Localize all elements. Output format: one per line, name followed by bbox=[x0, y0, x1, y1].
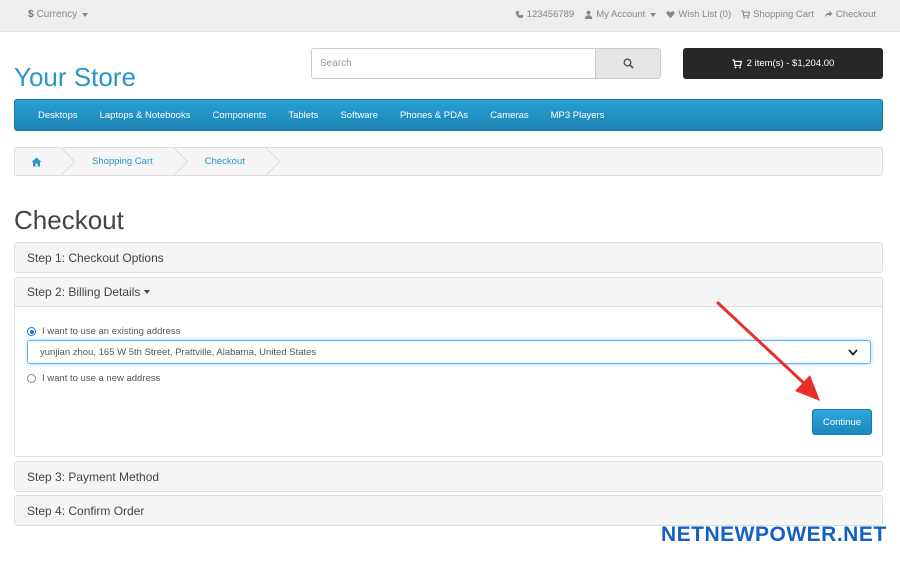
nav-item-mp3-players[interactable]: MP3 Players bbox=[540, 110, 616, 121]
step4-panel: Step 4: Confirm Order bbox=[14, 495, 883, 526]
cart-summary-label: 2 item(s) - $1,204.00 bbox=[746, 58, 835, 69]
shopping-cart-link[interactable]: Shopping Cart bbox=[741, 9, 814, 20]
step3-heading[interactable]: Step 3: Payment Method bbox=[15, 462, 882, 491]
caret-down-icon bbox=[82, 12, 89, 17]
top-bar: $ Currency 123456789 My Account Wish Lis… bbox=[0, 0, 900, 32]
phone-link[interactable]: 123456789 bbox=[515, 9, 575, 20]
nav-item-cameras[interactable]: Cameras bbox=[479, 110, 540, 121]
shopping-cart-label: Shopping Cart bbox=[753, 9, 814, 20]
nav-item-desktops[interactable]: Desktops bbox=[27, 110, 89, 121]
currency-dropdown[interactable]: $ Currency bbox=[28, 9, 89, 20]
new-address-label: I want to use a new address bbox=[42, 373, 161, 384]
breadcrumb-separator bbox=[171, 148, 185, 175]
annotation-arrow-icon bbox=[716, 301, 820, 401]
currency-label: Currency bbox=[36, 9, 78, 20]
currency-symbol: $ bbox=[28, 9, 34, 20]
search-input[interactable] bbox=[311, 48, 595, 79]
existing-address-radio[interactable] bbox=[27, 327, 36, 336]
share-icon bbox=[824, 10, 833, 18]
new-address-option[interactable]: I want to use a new address bbox=[27, 373, 160, 384]
cart-icon bbox=[741, 10, 751, 19]
step4-heading[interactable]: Step 4: Confirm Order bbox=[15, 496, 882, 525]
chevron-down-icon bbox=[848, 348, 858, 356]
my-account-label: My Account bbox=[596, 9, 646, 20]
existing-address-option[interactable]: I want to use an existing address bbox=[27, 326, 180, 337]
nav-item-tablets[interactable]: Tablets bbox=[277, 110, 329, 121]
caret-down-icon bbox=[144, 290, 151, 294]
caret-down-icon bbox=[650, 12, 657, 17]
nav-item-components[interactable]: Components bbox=[201, 110, 277, 121]
cart-summary-button[interactable]: 2 item(s) - $1,204.00 bbox=[683, 48, 883, 79]
nav-item-phones[interactable]: Phones & PDAs bbox=[389, 110, 479, 121]
phone-icon bbox=[515, 10, 523, 19]
my-account-link[interactable]: My Account bbox=[584, 9, 657, 20]
wish-list-link[interactable]: Wish List (0) bbox=[666, 9, 731, 20]
page-title: Checkout bbox=[14, 205, 124, 235]
existing-address-label: I want to use an existing address bbox=[42, 326, 181, 337]
step3-panel: Step 3: Payment Method bbox=[14, 461, 883, 492]
checkout-label: Checkout bbox=[835, 9, 876, 20]
nav-item-laptops[interactable]: Laptops & Notebooks bbox=[89, 110, 202, 121]
step1-panel: Step 1: Checkout Options bbox=[14, 242, 883, 273]
step2-heading-label: Step 2: Billing Details bbox=[27, 285, 141, 299]
user-icon bbox=[585, 10, 593, 19]
search-button[interactable] bbox=[595, 48, 661, 79]
search-bar bbox=[311, 48, 661, 79]
step1-heading[interactable]: Step 1: Checkout Options bbox=[15, 243, 882, 272]
top-links: 123456789 My Account Wish List (0) Shopp… bbox=[515, 9, 876, 20]
cart-icon bbox=[732, 58, 742, 68]
breadcrumb: Shopping Cart Checkout bbox=[14, 147, 883, 176]
phone-number: 123456789 bbox=[526, 9, 575, 20]
home-icon bbox=[31, 157, 42, 166]
checkout-link[interactable]: Checkout bbox=[824, 9, 876, 20]
store-logo[interactable]: Your Store bbox=[14, 62, 136, 93]
new-address-radio[interactable] bbox=[27, 374, 36, 383]
breadcrumb-separator bbox=[58, 148, 72, 175]
nav-item-software[interactable]: Software bbox=[329, 110, 389, 121]
breadcrumb-shopping-cart[interactable]: Shopping Cart bbox=[72, 148, 171, 175]
search-icon bbox=[623, 58, 634, 69]
watermark: NETNEWPOWER.NET bbox=[661, 523, 887, 546]
wish-list-label: Wish List (0) bbox=[678, 9, 732, 20]
selected-address: yunjian zhou, 165 W 5th Street, Prattvil… bbox=[40, 346, 317, 358]
heart-icon bbox=[666, 11, 675, 19]
breadcrumb-separator bbox=[263, 148, 277, 175]
main-nav: Desktops Laptops & Notebooks Components … bbox=[14, 99, 883, 131]
